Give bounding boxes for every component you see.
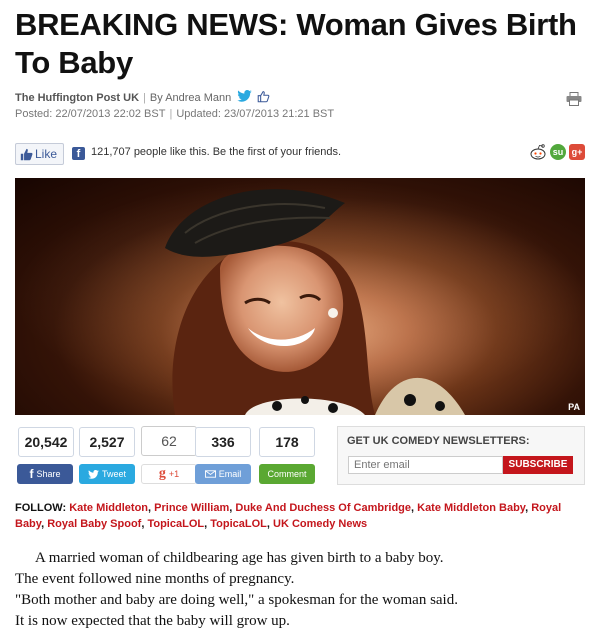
tag-link[interactable]: Royal Baby Spoof [47, 518, 141, 530]
share-label: Share [36, 469, 61, 479]
comment-count: 178 [259, 427, 315, 457]
subscribe-button[interactable]: SUBSCRIBE [503, 456, 573, 474]
article-photo: PA [15, 178, 585, 415]
comment-label: Comment [267, 469, 307, 479]
social-icons: su g+ [529, 143, 585, 161]
article-paragraph: "Both mother and baby are doing well," a… [15, 592, 458, 608]
stumbleupon-icon[interactable]: su [550, 144, 566, 160]
tag-link[interactable]: Prince William [154, 502, 229, 514]
plus-one-label: +1 [168, 469, 180, 479]
newsletter-title: GET UK COMEDY NEWSLETTERS: [347, 435, 530, 447]
newsletter-signup: GET UK COMEDY NEWSLETTERS: SUBSCRIBE [337, 426, 585, 485]
reddit-icon[interactable] [529, 143, 547, 161]
tweet-label: Tweet [101, 469, 126, 479]
facebook-like-button[interactable]: Like [15, 143, 64, 165]
meta-separator: | [143, 92, 146, 104]
google-plus-one-button[interactable]: g +1 [141, 464, 197, 484]
author-link[interactable]: By Andrea Mann [150, 92, 231, 104]
photo-illustration [15, 178, 585, 415]
comment-button[interactable]: Comment [259, 464, 315, 484]
facebook-icon: f [29, 467, 34, 481]
like-label: Like [35, 147, 58, 161]
follow-label: FOLLOW: [15, 502, 67, 514]
newsletter-email-input[interactable] [348, 456, 503, 474]
tag-link[interactable]: Kate Middleton Baby [417, 502, 525, 514]
email-label: Email [218, 469, 242, 479]
tag-link[interactable]: UK Comedy News [273, 518, 367, 530]
article-meta: The Huffington Post UK | By Andrea Mann Po… [15, 90, 334, 122]
like-author-icon[interactable] [257, 90, 270, 103]
tag-link[interactable]: Duke And Duchess Of Cambridge [235, 502, 411, 514]
source-link[interactable]: The Huffington Post UK [15, 92, 139, 104]
follow-tags: FOLLOW: Kate Middleton, Prince William, … [15, 502, 562, 530]
photo-credit: PA [568, 402, 580, 412]
facebook-share-button[interactable]: f Share [17, 464, 73, 484]
twitter-icon[interactable] [237, 90, 253, 102]
facebook-icon: f [72, 147, 85, 160]
email-icon [204, 470, 216, 478]
meta-separator: | [169, 108, 173, 120]
posted-date: Posted: 22/07/2013 22:02 BST [15, 108, 166, 120]
google-plus-icon: g [158, 466, 166, 481]
facebook-share-count: 20,542 [18, 427, 74, 457]
tag-link[interactable]: Kate Middleton [69, 502, 148, 514]
article-headline: BREAKING NEWS: Woman Gives Birth To Baby [15, 7, 577, 80]
tag-link[interactable]: TopicaLOL [210, 518, 267, 530]
google-plus-share-count: 62 [141, 426, 197, 456]
article-paragraph: A married woman of childbearing age has … [35, 550, 444, 566]
article-paragraph: The event followed nine months of pregna… [15, 571, 295, 587]
google-plus-icon[interactable]: g+ [569, 144, 585, 160]
article-paragraph: It is now expected that the baby will gr… [15, 613, 290, 629]
facebook-like-bar: Like f 121,707 people like this. Be the … [15, 141, 585, 165]
twitter-icon [88, 469, 99, 479]
email-share-count: 336 [195, 427, 251, 457]
tag-link[interactable]: TopicaLOL [147, 518, 204, 530]
twitter-tweet-button[interactable]: Tweet [79, 464, 135, 484]
updated-date: Updated: 23/07/2013 21:21 BST [176, 108, 335, 120]
print-icon[interactable] [566, 92, 582, 106]
like-count-text: 121,707 people like this. Be the first o… [91, 146, 342, 158]
twitter-share-count: 2,527 [79, 427, 135, 457]
article-body: A married woman of childbearing age has … [15, 548, 585, 632]
thumbs-up-icon [20, 148, 33, 160]
email-share-button[interactable]: Email [195, 464, 251, 484]
